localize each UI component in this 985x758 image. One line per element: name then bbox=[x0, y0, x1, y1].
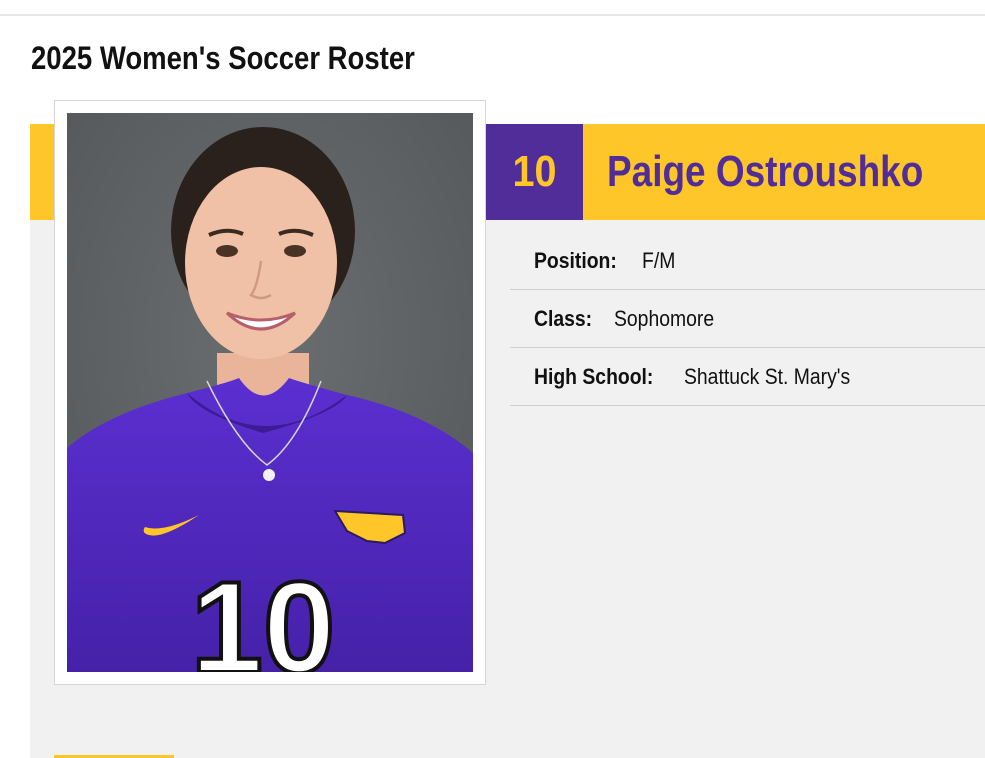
jersey-number: 10 bbox=[512, 147, 557, 196]
jersey-number-on-photo: 10 bbox=[191, 554, 336, 672]
detail-label: High School: bbox=[534, 363, 654, 389]
jersey-number-badge: 10 bbox=[486, 124, 583, 220]
detail-label: Position: bbox=[534, 247, 617, 273]
detail-row-class: Class: Sophomore bbox=[510, 290, 985, 348]
player-name-banner: Paige Ostroushko bbox=[583, 124, 985, 220]
detail-row-position: Position: F/M bbox=[510, 232, 985, 290]
detail-label: Class: bbox=[534, 305, 593, 331]
top-divider bbox=[0, 14, 985, 16]
detail-value: Sophomore bbox=[614, 305, 715, 331]
player-photo-frame: 10 bbox=[54, 100, 486, 685]
detail-value: Shattuck St. Mary's bbox=[683, 363, 851, 389]
player-headshot-image: 10 bbox=[67, 113, 473, 672]
detail-value: F/M bbox=[642, 247, 676, 273]
detail-row-high-school: High School: Shattuck St. Mary's bbox=[510, 348, 985, 406]
page-title: 2025 Women's Soccer Roster bbox=[31, 40, 415, 76]
player-name: Paige Ostroushko bbox=[607, 147, 924, 196]
player-details-list: Position: F/M Class: Sophomore High Scho… bbox=[510, 232, 985, 406]
